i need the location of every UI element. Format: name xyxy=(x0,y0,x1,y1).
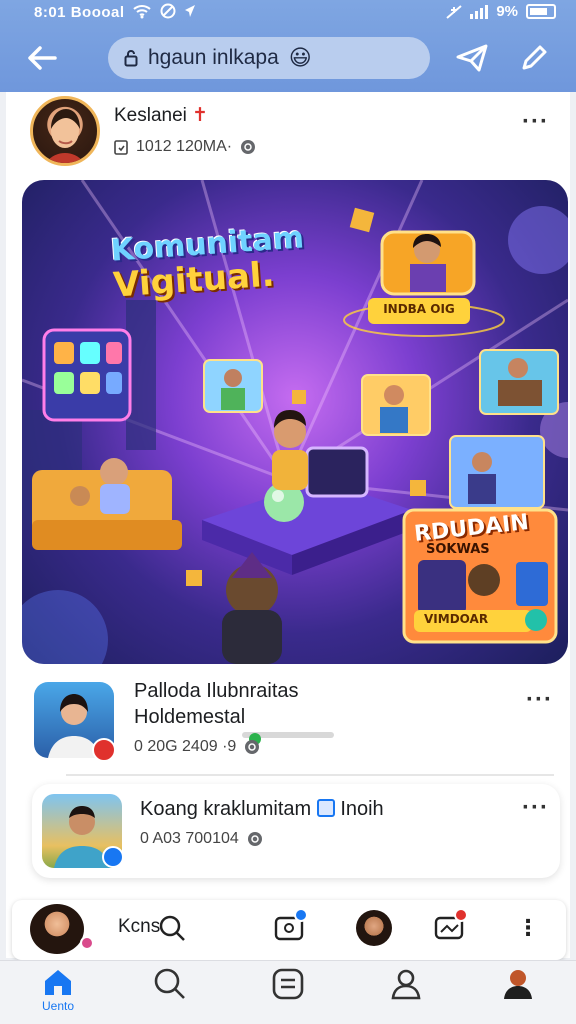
nav-home[interactable]: Uento xyxy=(28,967,88,1021)
nav-search[interactable] xyxy=(140,967,200,1021)
divider xyxy=(66,774,554,776)
home-icon xyxy=(45,970,71,995)
privacy-icon xyxy=(247,832,262,846)
privacy-icon xyxy=(245,740,260,754)
friend-avatar[interactable] xyxy=(356,910,392,946)
status-bar: 8:01 Boooal 9% xyxy=(0,0,576,28)
more-options-icon[interactable]: ··· xyxy=(522,794,549,822)
notification-dot-icon xyxy=(454,908,468,922)
feed: Keslanei ✝ 1012 120MA· ··· Komunitam Vig… xyxy=(6,92,570,958)
post-meta: 1012 120MA· xyxy=(114,138,256,156)
back-button[interactable] xyxy=(22,38,62,78)
nav-home-label: Uento xyxy=(41,999,75,1013)
search-icon xyxy=(159,915,185,941)
post-meta: 0 A03 700104 xyxy=(140,830,263,848)
messages-button[interactable] xyxy=(430,908,470,948)
avatar-face xyxy=(45,109,85,163)
wifi-icon xyxy=(133,5,151,19)
avatar[interactable] xyxy=(30,96,100,166)
signal-icon xyxy=(470,4,489,19)
more-options-icon[interactable]: ··· xyxy=(522,108,549,136)
video-button[interactable] xyxy=(270,908,310,948)
battery-percent: 9% xyxy=(496,3,518,20)
send-icon xyxy=(456,44,488,72)
nav-feed[interactable] xyxy=(258,967,318,1021)
status-time: 8:01 Boooal xyxy=(34,4,125,21)
composer-bar: Kcns ⋮ xyxy=(12,900,566,960)
user-avatar[interactable] xyxy=(30,904,84,954)
post-image[interactable]: Komunitam Vigitual. INDBA OIG RDUDAIN SO… xyxy=(22,180,568,664)
edit-button[interactable] xyxy=(514,38,554,78)
feed-icon xyxy=(272,968,304,1000)
bottom-nav: Uento xyxy=(0,960,576,1024)
signal-extra-icon xyxy=(446,4,462,19)
live-badge-icon xyxy=(92,738,116,762)
post-author[interactable]: Koang kraklumitam Inoih xyxy=(140,798,384,821)
emoji-icon: 😃 xyxy=(288,45,312,70)
battery-icon xyxy=(526,4,556,19)
search-text: hgaun inlkapa xyxy=(148,46,279,69)
page-tag-icon xyxy=(316,799,335,817)
search-icon xyxy=(154,968,185,999)
post-title-line2: Holdemestal xyxy=(134,706,246,728)
post-item[interactable]: Palloda Ilubnraitas Holdemestal 0 20G 24… xyxy=(6,680,570,780)
verified-badge-icon xyxy=(102,846,124,868)
privacy-icon xyxy=(241,140,256,154)
back-arrow-icon xyxy=(28,46,57,70)
status-icons-right: 9% xyxy=(446,3,556,20)
notification-dot-icon xyxy=(294,908,308,922)
more-options-icon[interactable]: ··· xyxy=(526,686,553,714)
flag-icon: ✝ xyxy=(192,105,209,126)
post-author[interactable]: Keslanei ✝ xyxy=(114,104,208,127)
status-dot-icon xyxy=(80,936,94,950)
lock-icon xyxy=(124,50,138,67)
dnd-icon xyxy=(160,3,176,19)
promo-footer: VIMDOAR xyxy=(424,612,489,626)
post-item[interactable]: Koang kraklumitam Inoih 0 A03 700104 ··· xyxy=(32,784,560,878)
app-bar: hgaun inlkapa 😃 xyxy=(0,30,576,86)
post-meta: 0 20G 2409 ·9 xyxy=(134,738,260,756)
location-icon xyxy=(185,5,195,17)
search-field[interactable]: hgaun inlkapa 😃 xyxy=(108,37,430,79)
nav-friends[interactable] xyxy=(376,967,436,1021)
post-title-line1: Palloda Ilubnraitas xyxy=(134,680,299,702)
more-vertical-icon[interactable]: ⋮ xyxy=(508,908,548,948)
promo-subtitle: SOKWAS xyxy=(426,542,490,557)
status-icons-left xyxy=(132,3,196,19)
post-header: Keslanei ✝ 1012 120MA· ··· xyxy=(6,92,570,172)
calendar-icon xyxy=(114,140,128,155)
profile-icon xyxy=(504,970,532,999)
person-icon xyxy=(391,969,421,1000)
hero-title: Komunitam Vigitual. xyxy=(109,220,306,306)
share-button[interactable] xyxy=(452,38,492,78)
pencil-icon xyxy=(522,45,547,70)
nav-profile[interactable] xyxy=(488,967,548,1021)
search-button[interactable] xyxy=(152,908,192,948)
banner-sign: INDBA OIG xyxy=(383,302,455,316)
